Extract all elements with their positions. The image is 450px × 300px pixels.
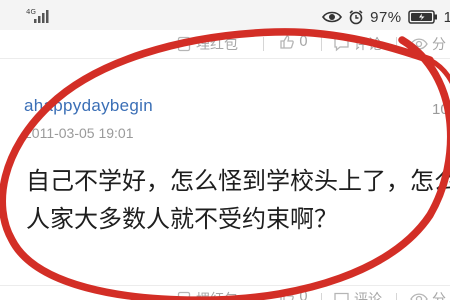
alarm-clock-icon	[349, 10, 363, 25]
divider	[321, 293, 322, 300]
redpacket-label: 埋红包	[196, 37, 238, 53]
battery-icon	[407, 10, 437, 24]
battery-percent: 97%	[370, 8, 402, 26]
screen: 4G 97% 1 埋红包 0 评论 分 ahappydaybegin 2011-…	[0, 0, 450, 300]
top-action-bar: 埋红包 0 评论 分	[0, 30, 450, 59]
divider	[263, 37, 264, 51]
divider	[263, 293, 264, 300]
redpacket-button[interactable]: 埋红包	[176, 289, 238, 300]
thumbs-up-icon	[280, 35, 294, 49]
comment-label: 评论	[354, 37, 382, 53]
comment-floor-number: 10	[432, 101, 449, 118]
comment-body: 自己不学好，怎么怪到学校头上了，怎么 人家大多数人就不受约束啊？	[26, 162, 450, 238]
share-label: 分	[432, 292, 446, 300]
divider	[396, 37, 397, 51]
comment-label: 评论	[354, 292, 382, 300]
clock-time-partial: 1	[443, 8, 450, 26]
comment-card: ahappydaybegin 2011-03-05 19:01 10 自己不学好…	[0, 68, 450, 273]
share-button[interactable]: 分	[410, 34, 446, 54]
like-button[interactable]: 0	[279, 289, 308, 300]
share-icon	[410, 293, 428, 300]
redpacket-button[interactable]: 埋红包	[176, 34, 238, 54]
eye-icon	[322, 11, 343, 23]
signal-bars-icon	[34, 10, 49, 23]
comment-text-line: 自己不学好，怎么怪到学校头上了，怎么	[26, 167, 450, 195]
like-button[interactable]: 0	[279, 34, 308, 50]
share-button[interactable]: 分	[410, 289, 446, 300]
comment-button[interactable]: 评论	[333, 34, 382, 54]
redpacket-label: 埋红包	[196, 292, 238, 300]
share-icon	[410, 38, 428, 50]
like-count: 0	[299, 289, 308, 300]
comment-username[interactable]: ahappydaybegin	[24, 96, 153, 116]
comment-text-line: 人家大多数人就不受约束啊？	[26, 205, 338, 233]
signal-indicator: 4G	[26, 8, 52, 24]
comment-button[interactable]: 评论	[333, 289, 382, 300]
comment-timestamp: 2011-03-05 19:01	[24, 125, 134, 141]
share-label: 分	[432, 37, 446, 53]
status-right-group: 97% 1	[322, 6, 450, 28]
status-bar: 4G 97% 1	[0, 0, 450, 34]
thumbs-up-icon	[280, 290, 294, 300]
bottom-action-bar: 埋红包 0 评论 分	[0, 285, 450, 300]
redpacket-icon	[177, 291, 191, 300]
redpacket-icon	[177, 36, 191, 52]
like-count: 0	[299, 34, 308, 50]
divider	[396, 293, 397, 300]
comment-bubble-icon	[334, 37, 349, 52]
divider	[321, 37, 322, 51]
comment-bubble-icon	[334, 292, 349, 300]
